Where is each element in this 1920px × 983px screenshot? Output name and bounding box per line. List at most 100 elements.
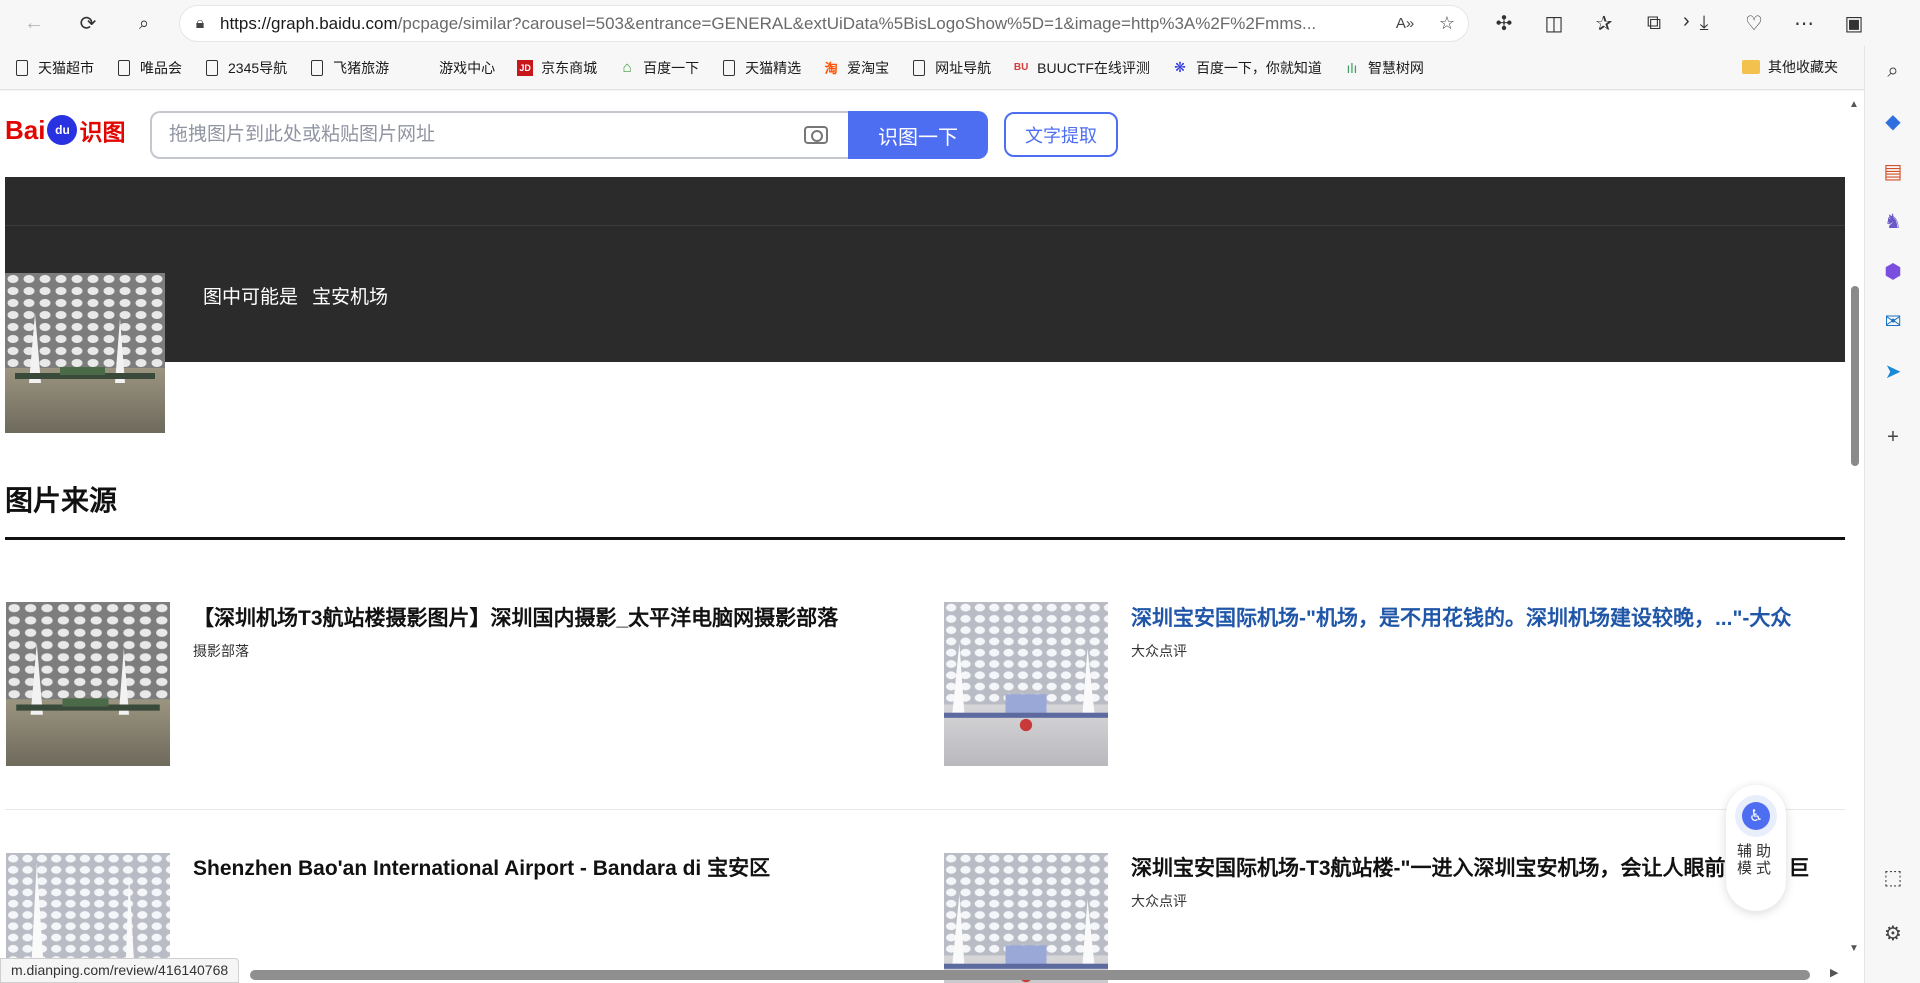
zhihuishu-icon: ılı	[1346, 59, 1358, 76]
bookmark-label: 天猫超市	[38, 59, 94, 76]
bookmark-label: 智慧树网	[1367, 59, 1424, 76]
browser-essentials-icon[interactable]: ♡	[1734, 5, 1774, 41]
recognition-banner: 图中可能是 宝安机场	[5, 177, 1845, 433]
sidebar-search-icon[interactable]: ⌕	[1865, 46, 1920, 96]
scroll-right-arrow[interactable]: ▶	[1830, 966, 1838, 979]
toolbar-right: ✣ ◫ ✰ ⧉ ⤓ ♡ ⋯ ▣	[1484, 5, 1874, 41]
settings-gear-icon[interactable]: ⚙	[1865, 908, 1920, 958]
bookmark-item[interactable]: 网址导航	[911, 58, 991, 78]
address-bar[interactable]: 🔒︎ https://graph.baidu.com/pcpage/simila…	[180, 6, 1468, 41]
result-title[interactable]: 深圳宝安国际机场-T3航站楼-"一进入深圳宝安机场，会让人眼前一亮，巨	[1131, 852, 1809, 882]
bookmark-label: 飞猪旅游	[333, 59, 390, 76]
bookmark-item[interactable]: 唯品会	[116, 58, 182, 78]
taobao-icon: 淘	[824, 61, 838, 76]
image-search-box	[150, 111, 850, 159]
page-icon	[721, 59, 737, 77]
folder-icon	[1742, 60, 1760, 74]
back-icon[interactable]: ←	[16, 5, 52, 41]
result-title[interactable]: 【深圳机场T3航站楼摄影图片】深圳国内摄影_太平洋电脑网摄影部落	[193, 602, 838, 632]
accessibility-mode-button[interactable]: ♿︎ 辅助模式	[1726, 785, 1786, 911]
recognition-prefix: 图中可能是	[203, 287, 299, 308]
bookmark-item[interactable]: 飞猪旅游	[309, 58, 389, 78]
other-favorites-folder[interactable]: 其他收藏夹	[1742, 57, 1838, 77]
browser-toolbar: ← ⟳ ⌕ 🔒︎ https://graph.baidu.com/pcpage/…	[0, 0, 1920, 46]
chevron-right-icon[interactable]: ›	[1683, 10, 1690, 33]
bookmark-label: 游戏中心	[439, 59, 496, 76]
bookmark-item[interactable]: BU BUUCTF在线评测	[1013, 58, 1150, 78]
bookmark-item[interactable]: 2345导航	[204, 58, 287, 78]
url-host: https://graph.baidu.com	[220, 13, 398, 33]
shopping-tag-icon[interactable]: ◆	[1865, 96, 1920, 146]
copilot-icon[interactable]: ⬢	[1865, 246, 1920, 296]
page-icon	[204, 59, 220, 77]
text-extract-button[interactable]: 文字提取	[1004, 112, 1118, 157]
baidu-paw-icon: du	[47, 115, 78, 145]
split-screen-icon[interactable]: ◫	[1534, 5, 1574, 41]
send-icon[interactable]: ➤	[1865, 346, 1920, 396]
page-icon	[309, 59, 325, 77]
screenshot-icon[interactable]: ⬚	[1865, 852, 1920, 902]
downloads-icon[interactable]: ⤓	[1684, 5, 1724, 41]
bookmark-item[interactable]: ⌂ 百度一下	[619, 58, 700, 78]
lock-icon[interactable]: 🔒︎	[180, 15, 220, 33]
logo-text-bai: Bai	[5, 114, 46, 145]
bookmark-label: 爱淘宝	[847, 59, 890, 76]
bookmark-item[interactable]: 天猫超市	[14, 58, 94, 78]
favorites-icon[interactable]: ✰	[1584, 5, 1624, 41]
image-url-input[interactable]	[152, 113, 796, 157]
page-icon	[911, 59, 927, 77]
search-image-button[interactable]: 识图一下	[848, 111, 988, 159]
bookmark-label: 网址导航	[935, 59, 992, 76]
result-title[interactable]: Shenzhen Bao'an International Airport - …	[193, 852, 770, 882]
edge-sidebar: ⌕ ◆ ▤ ♞ ⬢ ✉ ➤ + ⬚ ⚙	[1864, 46, 1920, 983]
url-text[interactable]: https://graph.baidu.com/pcpage/similar?c…	[220, 14, 1384, 34]
page-icon	[116, 59, 132, 77]
games-icon[interactable]: ♞	[1865, 196, 1920, 246]
vertical-scrollbar[interactable]: ▲ ▼	[1845, 91, 1864, 983]
refresh-icon[interactable]: ⟳	[70, 5, 106, 41]
result-title[interactable]: 深圳宝安国际机场-"机场，是不用花钱的。深圳机场建设较晚，..."-大众	[1131, 602, 1791, 632]
outlook-icon[interactable]: ✉	[1865, 296, 1920, 346]
camera-icon[interactable]	[796, 115, 836, 155]
extensions-icon[interactable]: ✣	[1484, 5, 1524, 41]
bookmark-item[interactable]: ❋ 百度一下，你就知道	[1172, 58, 1322, 78]
search-icon[interactable]: ⌕	[126, 5, 162, 41]
bookmark-label: 京东商城	[541, 59, 598, 76]
banner-divider	[5, 225, 1845, 226]
bookmark-item[interactable]: JD 京东商城	[517, 58, 597, 78]
bookmark-item[interactable]: 淘爱淘宝	[823, 58, 890, 78]
result-image[interactable]	[6, 602, 170, 766]
scroll-down-arrow[interactable]: ▼	[1849, 943, 1859, 954]
scrollbar-thumb[interactable]	[1851, 286, 1859, 466]
bookmark-item[interactable]: 游戏中心	[411, 58, 495, 78]
result-source: 摄影部落	[193, 643, 249, 659]
more-menu-icon[interactable]: ⋯	[1784, 5, 1824, 41]
recognition-label[interactable]: 宝安机场	[312, 282, 388, 309]
query-image-thumbnail[interactable]	[5, 273, 165, 433]
result-image[interactable]	[944, 602, 1108, 766]
favorite-star-icon[interactable]: ☆	[1426, 13, 1468, 34]
tools-briefcase-icon[interactable]: ▤	[1865, 146, 1920, 196]
bookmarks-bar: 天猫超市 唯品会 2345导航 飞猪旅游 游戏中心 JD 京东商城 ⌂ 百度一下 天猫精选 淘爱淘宝…	[0, 46, 1920, 90]
sidebar-toggle-icon[interactable]: ▣	[1834, 5, 1874, 41]
accessibility-icon: ♿︎	[1735, 795, 1777, 837]
add-icon[interactable]: +	[1865, 412, 1920, 462]
read-aloud-icon[interactable]: A»	[1384, 15, 1426, 32]
scroll-up-arrow[interactable]: ▲	[1849, 99, 1859, 110]
sources-divider	[5, 537, 1845, 540]
result-image[interactable]	[944, 853, 1108, 983]
folder-label: 其他收藏夹	[1768, 59, 1838, 75]
bookmark-label: 唯品会	[140, 59, 182, 76]
collections-icon[interactable]: ⧉	[1634, 5, 1674, 41]
baidu-shitu-logo[interactable]: Bai du 识图	[5, 113, 125, 147]
browser-window: ← ⟳ ⌕ 🔒︎ https://graph.baidu.com/pcpage/…	[0, 0, 1920, 983]
bookmark-item[interactable]: 天猫精选	[721, 58, 801, 78]
buu-icon: BU	[1013, 62, 1029, 73]
horizontal-scrollbar-thumb[interactable]	[250, 970, 1810, 980]
result-source: 大众点评	[1131, 643, 1187, 659]
status-bar-url: m.dianping.com/review/416140768	[0, 958, 240, 983]
bookmark-label: 天猫精选	[745, 59, 802, 76]
row-divider	[5, 809, 1845, 810]
bookmark-item[interactable]: ılı 智慧树网	[1344, 58, 1424, 78]
logo-text-shitu: 识图	[79, 119, 126, 145]
